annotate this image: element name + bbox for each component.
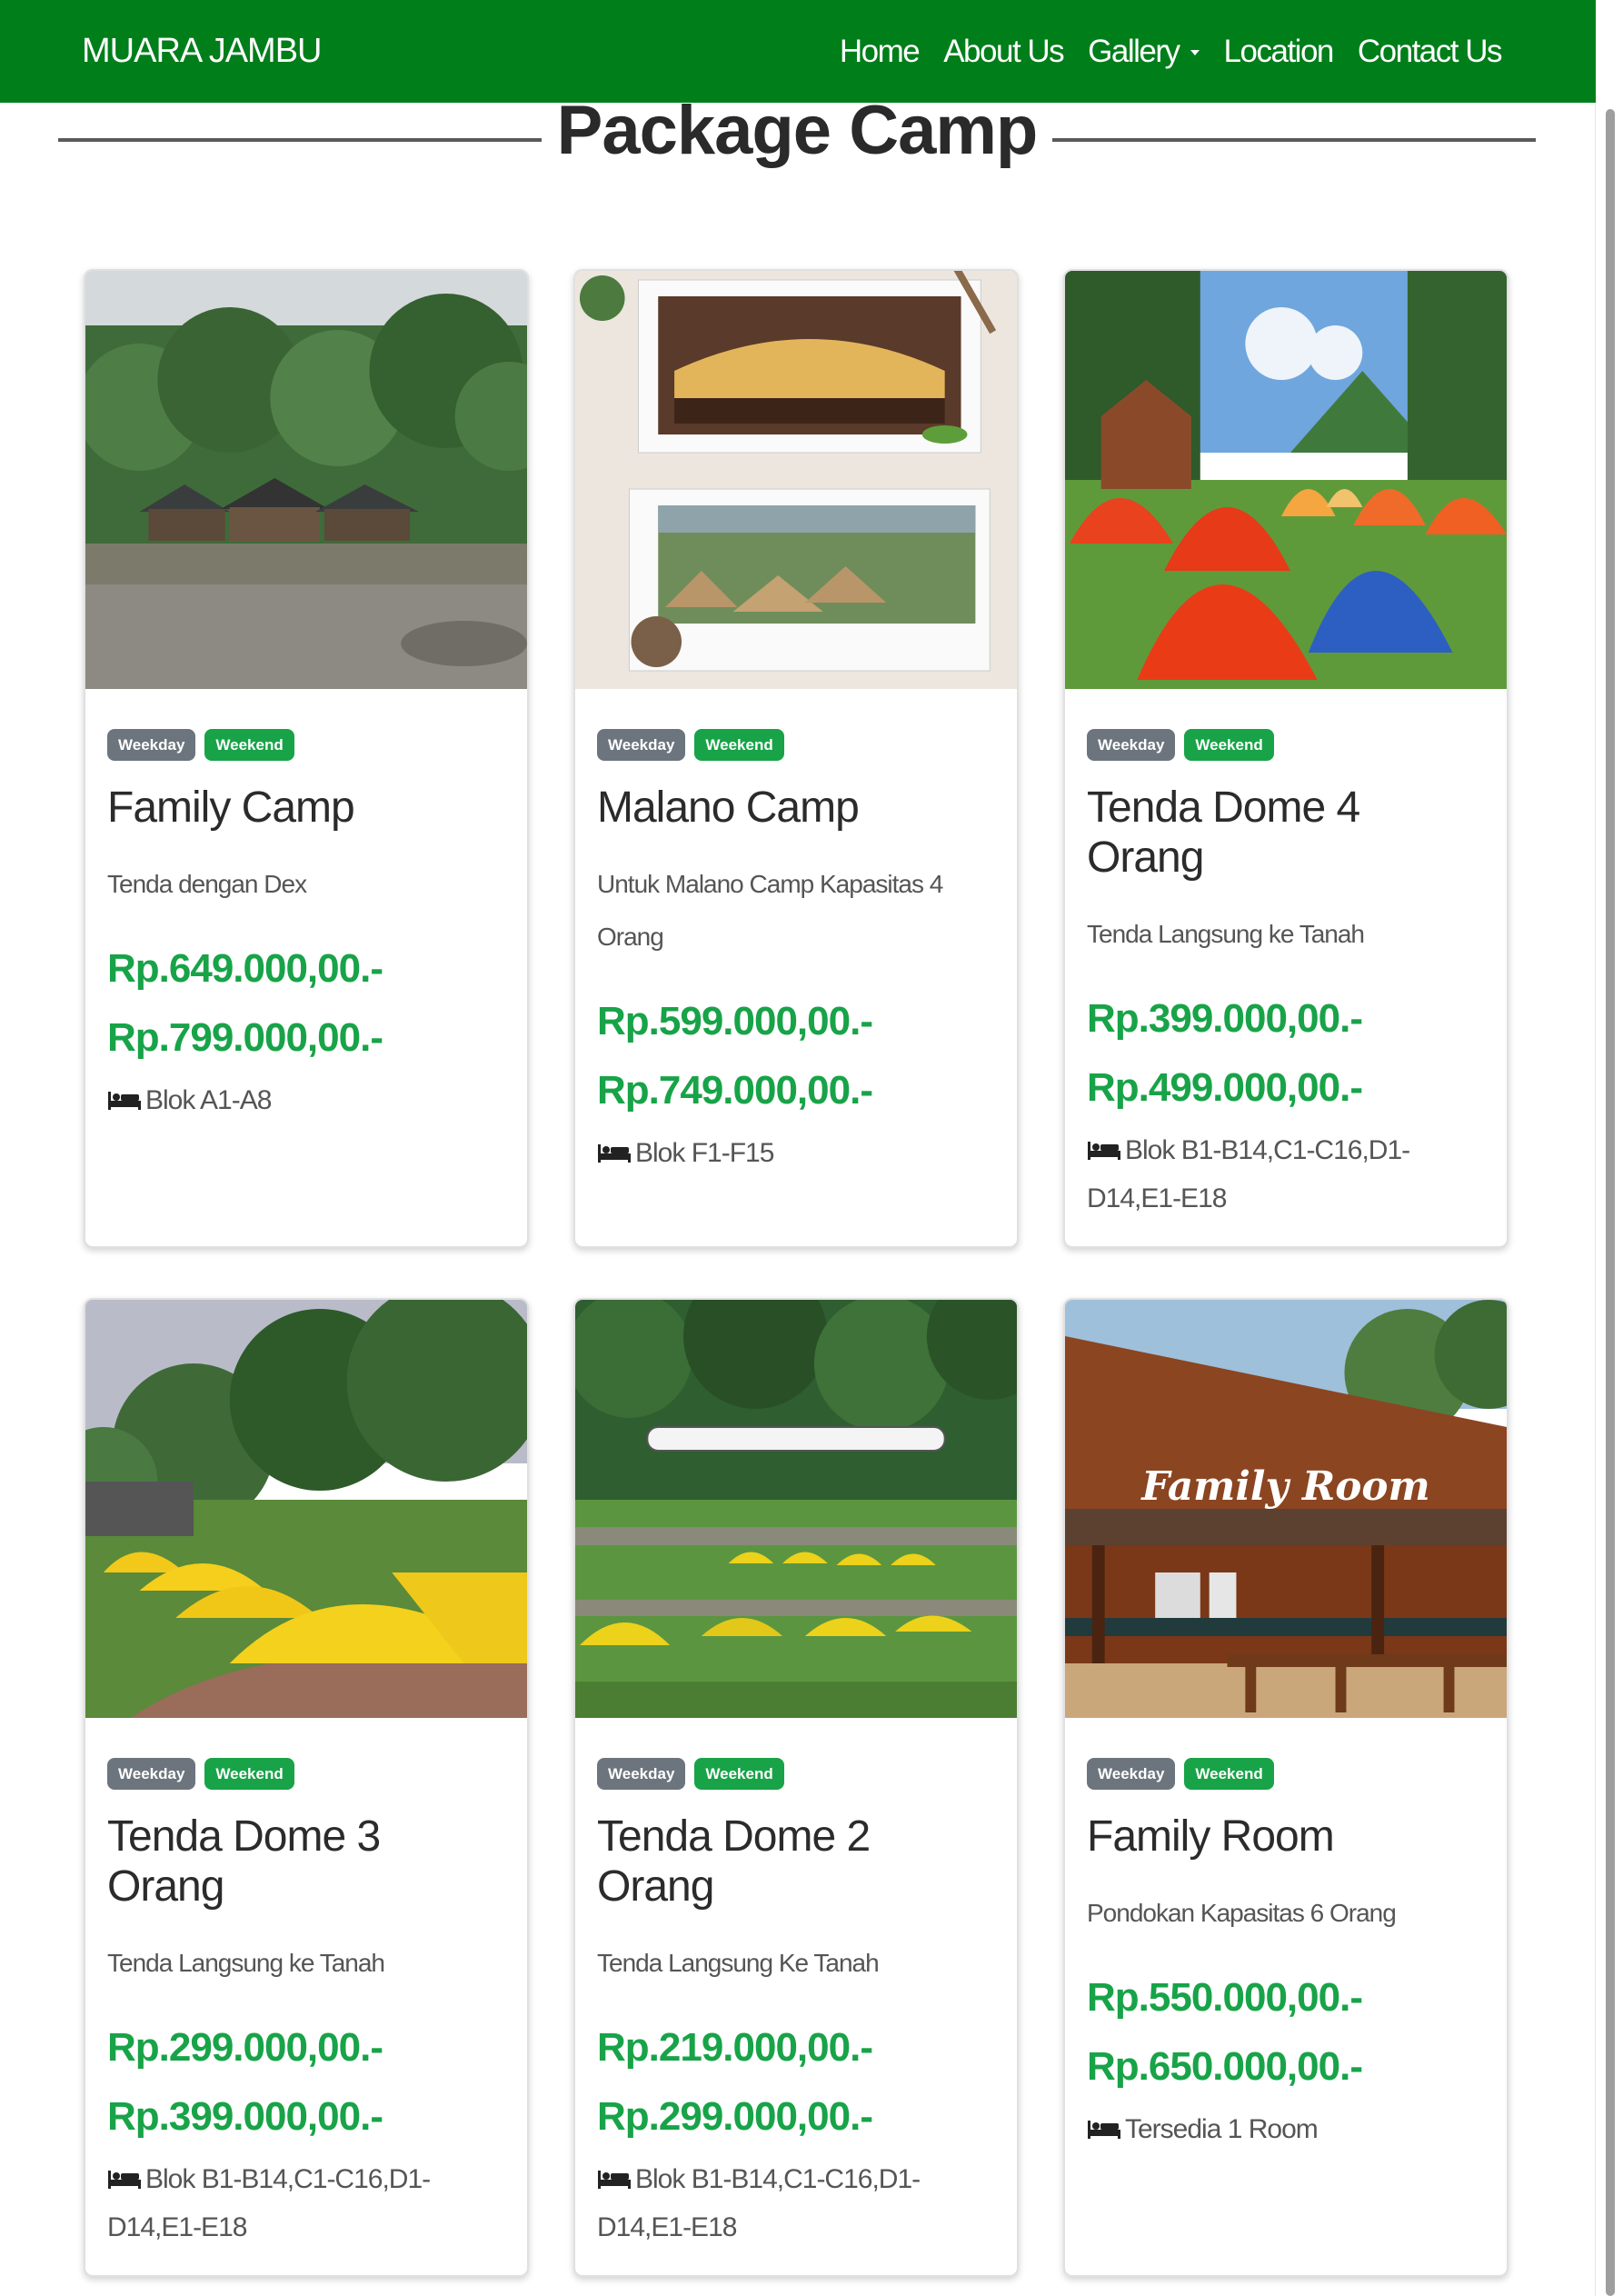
weekend-price: Rp.799.000,00.-: [107, 1015, 383, 1061]
package-card: Weekday Weekend Family Camp Tenda dengan…: [84, 269, 529, 1248]
location-text: Blok B1-B14,C1-C16,D1-D14,E1-E18: [107, 2164, 431, 2243]
package-image: [575, 1300, 1017, 1718]
bed-icon: [107, 1081, 142, 1126]
cabin-sign-text: Family Room: [1140, 1463, 1429, 1510]
package-card: Family Room Weekday Weekend Family Room …: [1063, 1298, 1508, 2277]
package-title: Tenda Dome 3 Orang: [107, 1812, 381, 1912]
package-location: Blok A1-A8: [107, 1078, 505, 1126]
package-image: [575, 271, 1017, 689]
package-title: Malano Camp: [597, 784, 860, 832]
page-scrollbar[interactable]: [1595, 0, 1623, 2296]
weekend-badge: Weekend: [694, 729, 784, 761]
brand-logo[interactable]: MUARA JAMBU: [82, 32, 322, 71]
package-image: [85, 1300, 527, 1718]
weekend-price: Rp.650.000,00.-: [1087, 2044, 1363, 2090]
weekday-badge: Weekday: [597, 1758, 686, 1790]
package-description: Tenda Langsung ke Tanah: [1087, 920, 1365, 949]
bed-icon: [1087, 2110, 1121, 2155]
weekday-price: Rp.649.000,00.-: [107, 946, 383, 992]
package-description: Tenda Langsung Ke Tanah: [597, 1949, 880, 1978]
weekend-badge: Weekend: [1184, 1758, 1274, 1790]
package-description: Tenda Langsung ke Tanah: [107, 1949, 385, 1978]
weekend-price: Rp.399.000,00.-: [107, 2094, 383, 2140]
package-location: Blok B1-B14,C1-C16,D1-D14,E1-E18: [1087, 1128, 1485, 1222]
package-title: Tenda Dome 2 Orang: [597, 1812, 871, 1912]
package-description: Tenda dengan Dex: [107, 870, 307, 899]
weekday-price: Rp.219.000,00.-: [597, 2025, 873, 2071]
weekend-price: Rp.299.000,00.-: [597, 2094, 873, 2140]
nav-contact-link[interactable]: Contact Us: [1358, 34, 1503, 70]
weekday-price: Rp.399.000,00.-: [1087, 996, 1363, 1042]
weekend-badge: Weekend: [204, 1758, 294, 1790]
package-location: Blok F1-F15: [597, 1131, 995, 1179]
weekend-badge: Weekend: [204, 729, 294, 761]
location-text: Blok F1-F15: [635, 1138, 774, 1169]
package-description: Pondokan Kapasitas 6 Orang: [1087, 1899, 1397, 1928]
package-card: Weekday Weekend Malano Camp Untuk Malano…: [573, 269, 1019, 1248]
package-title: Tenda Dome 4 Orang: [1087, 784, 1360, 883]
package-location: Blok B1-B14,C1-C16,D1-D14,E1-E18: [107, 2157, 505, 2251]
weekday-badge: Weekday: [107, 1758, 196, 1790]
package-location: Blok B1-B14,C1-C16,D1-D14,E1-E18: [597, 2157, 995, 2251]
package-title: Family Camp: [107, 784, 355, 832]
weekend-badge: Weekend: [694, 1758, 784, 1790]
package-image: [85, 271, 527, 689]
package-description: Untuk Malano Camp Kapasitas 4 Orang: [597, 870, 943, 952]
package-image: Family Room: [1065, 1300, 1507, 1718]
package-title: Family Room: [1087, 1812, 1335, 1861]
top-navbar: MUARA JAMBU Home About Us Gallery Locati…: [0, 0, 1596, 103]
chevron-down-icon: [1190, 49, 1200, 55]
bed-icon: [597, 2160, 632, 2205]
weekend-price: Rp.749.000,00.-: [597, 1068, 873, 1113]
location-text: Blok B1-B14,C1-C16,D1-D14,E1-E18: [1087, 1135, 1410, 1214]
title-divider-left: [58, 138, 542, 142]
location-text: Tersedia 1 Room: [1125, 2114, 1319, 2145]
weekday-badge: Weekday: [1087, 729, 1176, 761]
nav-home-link[interactable]: Home: [840, 34, 921, 70]
package-image: [1065, 271, 1507, 689]
weekday-price: Rp.550.000,00.-: [1087, 1975, 1363, 2021]
bed-icon: [1087, 1131, 1121, 1176]
weekday-badge: Weekday: [597, 729, 686, 761]
weekend-price: Rp.499.000,00.-: [1087, 1065, 1363, 1111]
weekday-badge: Weekday: [1087, 1758, 1176, 1790]
location-text: Blok A1-A8: [145, 1085, 272, 1116]
nav-location-link[interactable]: Location: [1224, 34, 1335, 70]
package-card: Weekday Weekend Tenda Dome 3 Orang Tenda…: [84, 1298, 529, 2277]
package-location: Tersedia 1 Room: [1087, 2107, 1485, 2155]
nav-about-link[interactable]: About Us: [943, 34, 1064, 70]
package-card: Weekday Weekend Tenda Dome 4 Orang Tenda…: [1063, 269, 1508, 1248]
package-card: Weekday Weekend Tenda Dome 2 Orang Tenda…: [573, 1298, 1019, 2277]
title-divider-right: [1052, 138, 1536, 142]
weekday-price: Rp.299.000,00.-: [107, 2025, 383, 2071]
nav-gallery-dropdown[interactable]: Gallery: [1088, 33, 1200, 70]
bed-icon: [107, 2160, 142, 2205]
nav-gallery-label: Gallery: [1088, 33, 1180, 69]
nav-links: Home About Us Gallery Location Contact U…: [840, 33, 1503, 70]
scrollbar-thumb[interactable]: [1606, 109, 1615, 2296]
section-title: Package Camp: [556, 92, 1039, 169]
bed-icon: [597, 1133, 632, 1179]
weekday-badge: Weekday: [107, 729, 196, 761]
location-text: Blok B1-B14,C1-C16,D1-D14,E1-E18: [597, 2164, 921, 2243]
weekday-price: Rp.599.000,00.-: [597, 999, 873, 1044]
weekend-badge: Weekend: [1184, 729, 1274, 761]
